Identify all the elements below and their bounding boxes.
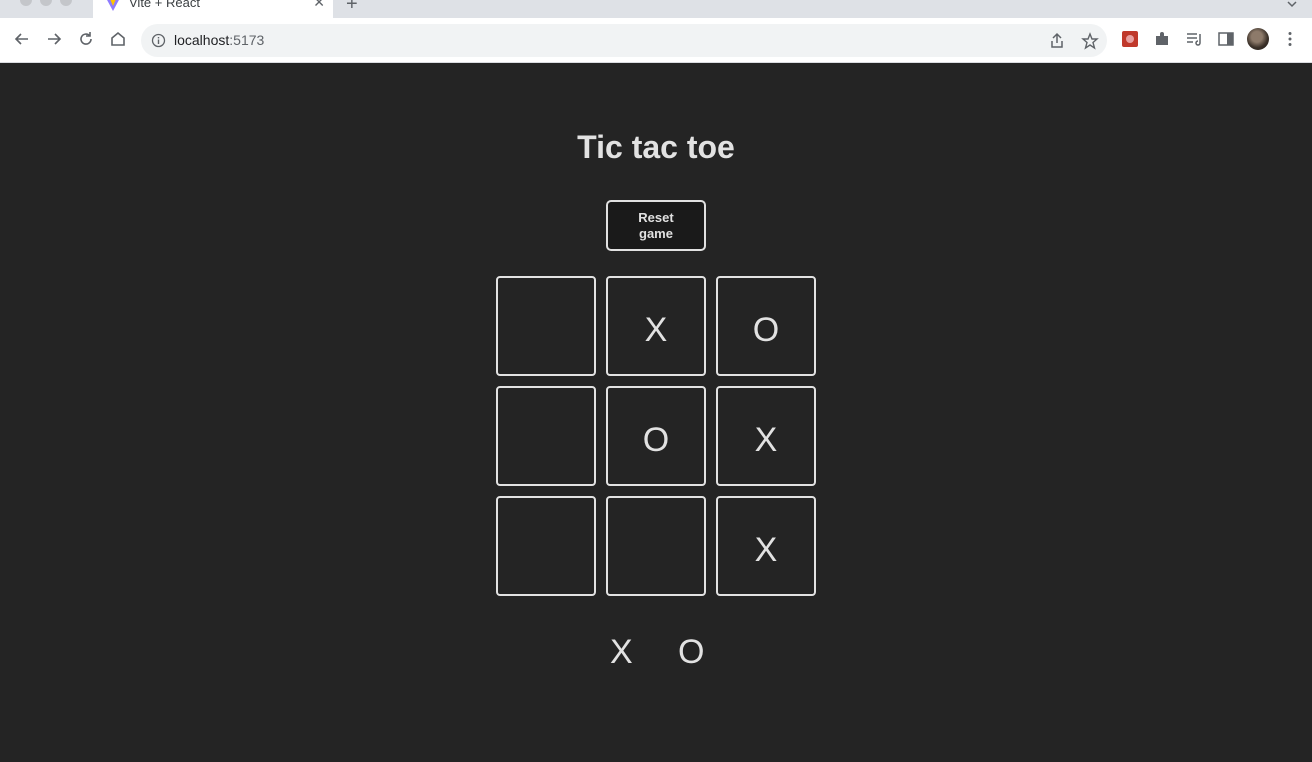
game-board: X O O X X — [496, 276, 816, 596]
bookmark-star-icon[interactable] — [1081, 32, 1099, 50]
player-o-label: O — [678, 633, 705, 671]
close-tab-icon[interactable]: ✕ — [313, 0, 325, 9]
board-cell[interactable]: X — [716, 496, 816, 596]
browser-toolbar: localhost:5173 — [0, 18, 1312, 63]
page-viewport: Tic tac toe Reset game X O O X X X O — [0, 63, 1312, 762]
media-queue-icon[interactable] — [1185, 30, 1203, 48]
player-indicator: X O — [0, 633, 1312, 673]
tab-title: Vite + React — [129, 0, 200, 10]
site-info-icon[interactable] — [151, 33, 166, 48]
share-icon[interactable] — [1048, 32, 1066, 50]
player-x-label: X — [610, 633, 633, 671]
board-cell[interactable]: X — [716, 386, 816, 486]
board-cell[interactable]: O — [716, 276, 816, 376]
url-text: localhost:5173 — [174, 32, 264, 48]
vite-logo-icon — [107, 0, 119, 11]
home-icon[interactable] — [108, 29, 128, 49]
profile-avatar[interactable] — [1247, 28, 1269, 50]
close-window-button[interactable] — [20, 0, 32, 6]
tab-strip: Vite + React ✕ + — [0, 0, 1312, 18]
active-tab[interactable]: Vite + React ✕ — [93, 0, 333, 18]
board-cell[interactable] — [496, 276, 596, 376]
more-menu-icon[interactable] — [1281, 30, 1299, 48]
forward-arrow-icon[interactable] — [44, 29, 64, 49]
url-port: :5173 — [229, 32, 265, 48]
extensions-puzzle-icon[interactable] — [1153, 30, 1171, 48]
reload-icon[interactable] — [76, 29, 96, 49]
board-cell[interactable]: X — [606, 276, 706, 376]
board-cell[interactable] — [606, 496, 706, 596]
board-cell[interactable] — [496, 496, 596, 596]
side-panel-icon[interactable] — [1217, 30, 1235, 48]
minimize-window-button[interactable] — [40, 0, 52, 6]
board-cell[interactable] — [496, 386, 596, 486]
zoom-window-button[interactable] — [60, 0, 72, 6]
page-title: Tic tac toe — [577, 129, 735, 165]
back-arrow-icon[interactable] — [12, 29, 32, 49]
reset-game-button[interactable]: Reset game — [606, 200, 706, 251]
address-bar[interactable]: localhost:5173 — [141, 24, 1107, 57]
url-host: localhost — [174, 32, 230, 48]
extension-red-icon[interactable] — [1121, 30, 1139, 48]
tab-search-chevron-icon[interactable] — [1286, 0, 1298, 10]
board-cell[interactable]: O — [606, 386, 706, 486]
new-tab-icon[interactable]: + — [346, 0, 358, 14]
